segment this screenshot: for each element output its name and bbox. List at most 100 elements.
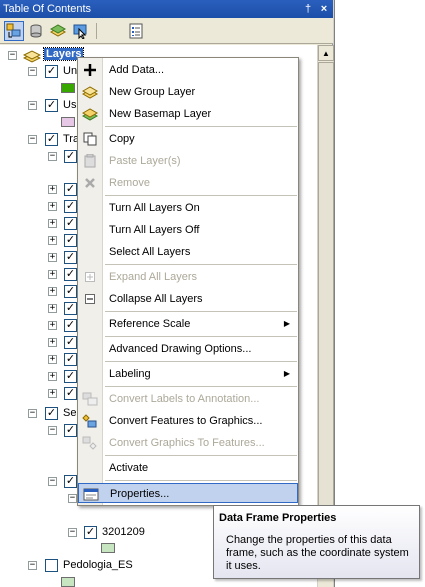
list-by-selection-icon	[73, 24, 87, 39]
menu-item-reference-scale[interactable]: Reference Scale ▶	[78, 314, 298, 334]
collapse-toggle[interactable]: −	[28, 67, 37, 76]
layer-checkbox[interactable]: ✓	[64, 353, 77, 366]
collapse-toggle[interactable]: −	[68, 494, 77, 503]
list-by-source-icon	[30, 24, 42, 38]
menu-item-properties[interactable]: Properties...	[78, 483, 298, 503]
menu-separator	[105, 126, 297, 127]
menu-separator	[105, 311, 297, 312]
collapse-toggle[interactable]: −	[8, 51, 17, 60]
expand-toggle[interactable]: +	[48, 372, 57, 381]
layer-checkbox[interactable]: ✓	[45, 133, 58, 146]
layer-checkbox[interactable]: ✓	[64, 150, 77, 163]
layer-checkbox[interactable]: ✓	[64, 200, 77, 213]
menu-item-new-basemap-layer[interactable]: New Basemap Layer	[78, 104, 298, 124]
menu-item-convert-graphics-to-features[interactable]: Convert Graphics To Features...	[78, 433, 298, 453]
symbol-swatch[interactable]	[61, 117, 75, 127]
symbol-swatch[interactable]	[61, 83, 75, 93]
collapse-toggle[interactable]: −	[28, 561, 37, 570]
layer-checkbox[interactable]: ✓	[64, 387, 77, 400]
layer-checkbox[interactable]: ✓	[64, 234, 77, 247]
paste-icon	[82, 153, 98, 169]
layer-checkbox[interactable]: ✓	[64, 183, 77, 196]
layer-checkbox[interactable]: ✓	[45, 99, 58, 112]
expand-toggle[interactable]: +	[48, 287, 57, 296]
expand-toggle[interactable]: +	[48, 389, 57, 398]
menu-item-select-all-layers[interactable]: Select All Layers	[78, 242, 298, 262]
menu-item-expand-all-layers[interactable]: Expand All Layers	[78, 267, 298, 287]
layer-checkbox[interactable]: ✓	[64, 251, 77, 264]
layer-checkbox[interactable]: ✓	[64, 302, 77, 315]
list-by-selection-button[interactable]	[70, 21, 90, 41]
expand-toggle[interactable]: +	[48, 355, 57, 364]
menu-item-turn-all-layers-on[interactable]: Turn All Layers On	[78, 198, 298, 218]
menu-item-copy[interactable]: Copy	[78, 129, 298, 149]
layer-label-3201209[interactable]: 3201209	[102, 526, 145, 538]
menu-item-paste-layers[interactable]: Paste Layer(s)	[78, 151, 298, 171]
menu-item-convert-labels-to-annotation[interactable]: Convert Labels to Annotation...	[78, 389, 298, 409]
expand-toggle[interactable]: +	[48, 338, 57, 347]
menu-item-advanced-drawing-options[interactable]: Advanced Drawing Options...	[78, 339, 298, 359]
layer-checkbox[interactable]: ✓	[64, 370, 77, 383]
expand-toggle[interactable]: +	[48, 219, 57, 228]
convert-graphics-icon	[82, 435, 98, 451]
layer-checkbox[interactable]: ✓	[64, 217, 77, 230]
list-by-visibility-button[interactable]	[48, 21, 68, 41]
options-icon	[129, 23, 143, 39]
layer-label-us[interactable]: Us	[63, 99, 76, 111]
layer-checkbox[interactable]: ✓	[64, 475, 77, 488]
layer-checkbox[interactable]: ✓	[45, 65, 58, 78]
layer-label-pedologia[interactable]: Pedologia_ES	[63, 559, 133, 571]
collapse-toggle[interactable]: −	[68, 528, 77, 537]
add-data-icon	[82, 62, 98, 78]
menu-item-turn-all-layers-off[interactable]: Turn All Layers Off	[78, 220, 298, 240]
close-icon[interactable]: ×	[317, 0, 331, 18]
layer-label-un[interactable]: Un	[63, 65, 77, 77]
collapse-toggle[interactable]: −	[28, 409, 37, 418]
layer-checkbox[interactable]: ✓	[64, 336, 77, 349]
map-display-area[interactable]	[334, 0, 425, 587]
menu-item-new-group-layer[interactable]: New Group Layer	[78, 82, 298, 102]
expand-toggle[interactable]: +	[48, 185, 57, 194]
expand-toggle[interactable]: +	[48, 270, 57, 279]
layer-checkbox[interactable]: ✓	[84, 526, 97, 539]
layer-checkbox[interactable]: ✓	[64, 424, 77, 437]
menu-item-collapse-all-layers[interactable]: Collapse All Layers	[78, 289, 298, 309]
menu-separator	[105, 264, 297, 265]
expand-toggle[interactable]: +	[48, 202, 57, 211]
symbol-swatch[interactable]	[101, 543, 115, 553]
scrollbar-thumb[interactable]	[318, 62, 334, 567]
menu-item-add-data[interactable]: Add Data...	[78, 60, 298, 80]
options-button[interactable]	[126, 21, 146, 41]
expand-toggle[interactable]: +	[48, 236, 57, 245]
menu-item-labeling[interactable]: Labeling ▶	[78, 364, 298, 384]
layer-checkbox[interactable]: ✓	[64, 268, 77, 281]
layer-checkbox[interactable]	[45, 559, 58, 572]
collapse-toggle[interactable]: −	[48, 477, 57, 486]
menu-item-convert-features-to-graphics[interactable]: Convert Features to Graphics...	[78, 411, 298, 431]
collapse-icon	[82, 291, 98, 307]
symbol-swatch[interactable]	[61, 577, 75, 587]
toc-toolbar	[0, 18, 333, 44]
layer-label-se[interactable]: Se	[63, 407, 76, 419]
collapse-toggle[interactable]: −	[48, 426, 57, 435]
expand-toggle[interactable]: +	[48, 321, 57, 330]
layer-checkbox[interactable]: ✓	[45, 407, 58, 420]
expand-toggle[interactable]: +	[48, 304, 57, 313]
list-by-drawing-order-button[interactable]	[4, 21, 24, 41]
collapse-toggle[interactable]: −	[28, 101, 37, 110]
group-layer-icon	[82, 84, 98, 100]
collapse-toggle[interactable]: −	[48, 152, 57, 161]
expand-icon	[82, 269, 98, 285]
menu-item-remove[interactable]: Remove	[78, 173, 298, 193]
properties-icon	[83, 486, 99, 502]
menu-separator	[105, 195, 297, 196]
remove-icon	[82, 175, 98, 191]
layer-checkbox[interactable]: ✓	[64, 285, 77, 298]
pin-icon[interactable]: †	[301, 0, 315, 18]
layer-checkbox[interactable]: ✓	[64, 319, 77, 332]
menu-item-activate[interactable]: Activate	[78, 458, 298, 478]
expand-toggle[interactable]: +	[48, 253, 57, 262]
scroll-up-arrow-icon[interactable]: ▲	[318, 45, 334, 61]
collapse-toggle[interactable]: −	[28, 135, 37, 144]
list-by-source-button[interactable]	[26, 21, 46, 41]
